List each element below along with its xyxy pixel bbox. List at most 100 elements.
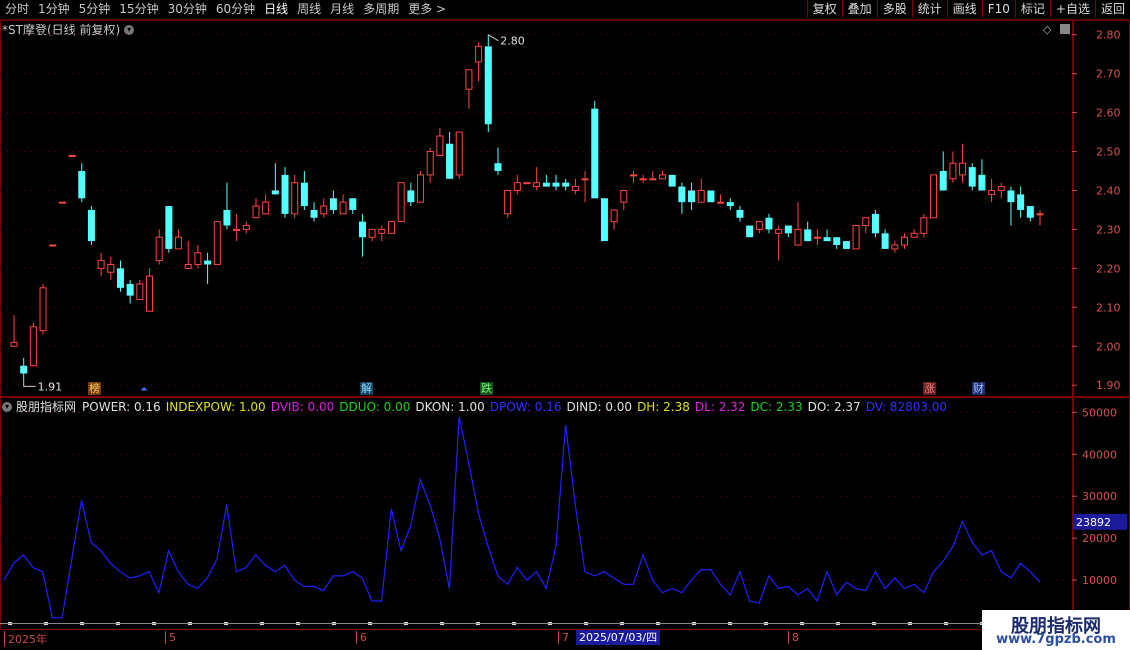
candle-body-85 — [833, 237, 841, 245]
candle-body-97 — [949, 162, 957, 180]
candle-body-5 — [58, 201, 66, 204]
volume-line — [3, 416, 1041, 619]
period-tab-1[interactable]: 1分钟 — [35, 2, 76, 17]
date-axis: 2025年 5 6 7 8 2025/07/03/四 — [0, 628, 1072, 648]
period-tab-4[interactable]: 30分钟 — [165, 2, 213, 17]
candle-body-47 — [465, 69, 473, 90]
date-label-3: 7 — [558, 631, 569, 644]
candle-body-44 — [436, 135, 444, 156]
period-tab-6[interactable]: 日线 — [261, 2, 294, 17]
price-tick-label-9: 1.90 — [1096, 379, 1121, 392]
toolbar-button-3[interactable]: 统计 — [911, 0, 947, 18]
candle-body-67 — [659, 174, 667, 180]
candle-body-39 — [387, 221, 395, 234]
period-tab-9[interactable]: 多周期 — [360, 2, 405, 17]
badge-unlock[interactable]: 解 — [360, 382, 373, 395]
candle-body-36 — [358, 221, 366, 238]
toolbar-buttons: 复权 叠加 多股 统计 画线 F10 标记 +自选 返回 — [806, 0, 1130, 18]
toolbar-button-0[interactable]: 复权 — [806, 0, 842, 18]
badge-fall[interactable]: 跌 — [480, 382, 493, 395]
candle-body-9 — [97, 260, 105, 269]
candle-body-51 — [504, 189, 512, 215]
candle-body-79 — [775, 228, 783, 234]
toolbar-button-7[interactable]: +自选 — [1049, 0, 1095, 18]
candle-body-72 — [707, 190, 715, 203]
candle-body-6 — [68, 154, 76, 157]
candle-body-98 — [959, 162, 967, 176]
candle-body-89 — [871, 213, 879, 234]
toolbar-button-6[interactable]: 标记 — [1014, 0, 1050, 18]
candle-body-24 — [242, 225, 250, 230]
candle-body-33 — [329, 198, 337, 210]
candle-body-34 — [339, 201, 347, 215]
candle-body-73 — [717, 201, 725, 204]
candle-body-103 — [1007, 190, 1015, 203]
candle-body-76 — [746, 225, 754, 238]
candle-body-18 — [184, 263, 192, 269]
candle-body-83 — [813, 236, 821, 239]
candle-body-82 — [804, 229, 812, 242]
candle-body-30 — [300, 182, 308, 207]
candle-body-71 — [697, 189, 705, 203]
toolbar-button-1[interactable]: 叠加 — [841, 0, 877, 18]
period-tab-7[interactable]: 周线 — [294, 2, 327, 17]
toolbar-button-5[interactable]: F10 — [981, 0, 1015, 18]
price-tick-label-7: 2.10 — [1096, 301, 1121, 314]
candle-body-54 — [533, 182, 541, 188]
candle-body-55 — [542, 182, 550, 187]
period-tab-2[interactable]: 5分钟 — [76, 2, 117, 17]
candle-body-94 — [920, 217, 928, 234]
price-tick-label-6: 2.20 — [1096, 262, 1121, 275]
price-tick-label-4: 2.40 — [1096, 184, 1121, 197]
candle-body-25 — [252, 205, 260, 219]
candle-body-80 — [784, 225, 792, 234]
period-tab-10[interactable]: 更多 > — [405, 2, 452, 17]
price-axis: 2.80 2.70 2.60 2.50 2.40 2.30 2.20 2.10 2.00 1.90 — [1072, 29, 1121, 392]
candle-body-4 — [49, 244, 57, 247]
candle-body-90 — [881, 233, 889, 249]
candle-body-40 — [397, 182, 405, 223]
candle-body-88 — [862, 217, 870, 227]
period-tab-8[interactable]: 月线 — [327, 2, 360, 17]
candle-body-13 — [136, 283, 144, 301]
candle-body-86 — [842, 241, 850, 249]
candle-body-0 — [10, 341, 18, 347]
candle-body-14 — [146, 275, 154, 312]
candle-body-48 — [475, 45, 483, 63]
candle-body-27 — [271, 190, 279, 195]
candle-body-58 — [571, 186, 579, 191]
price-tick-label-0: 2.80 — [1096, 29, 1121, 42]
candle-body-43 — [426, 151, 434, 176]
candle-body-61 — [600, 198, 608, 242]
low-price-label: 1.91 — [38, 380, 63, 393]
badge-finance[interactable]: 财 — [972, 382, 985, 395]
candle-body-75 — [736, 209, 744, 218]
candle-body-3 — [39, 287, 47, 332]
badge-rank[interactable]: 榜 — [88, 382, 101, 395]
candle-body-52 — [513, 182, 521, 191]
candle-body-53 — [523, 182, 531, 185]
candle-body-35 — [349, 198, 357, 210]
candle-body-60 — [591, 108, 599, 199]
period-tab-5[interactable]: 60分钟 — [213, 2, 261, 17]
candle-body-70 — [688, 190, 696, 203]
price-tick-label-8: 2.00 — [1096, 340, 1121, 353]
badge-rise[interactable]: 涨 — [923, 382, 936, 395]
toolbar-button-2[interactable]: 多股 — [876, 0, 912, 18]
toolbar-button-8[interactable]: 返回 — [1094, 0, 1130, 18]
period-tab-0[interactable]: 分时 — [2, 2, 35, 17]
candle-body-31 — [310, 209, 318, 218]
candle-body-102 — [997, 186, 1005, 191]
price-tick-label-3: 2.50 — [1096, 146, 1121, 159]
candle-body-81 — [794, 228, 802, 246]
candle-body-93 — [910, 232, 918, 238]
candle-body-57 — [562, 182, 570, 187]
period-tab-3[interactable]: 15分钟 — [116, 2, 164, 17]
candle-body-59 — [581, 178, 589, 181]
double-up-icon[interactable]: ⏶ — [140, 384, 148, 395]
candle-body-96 — [939, 171, 947, 191]
toolbar-button-4[interactable]: 画线 — [946, 0, 982, 18]
candle-body-105 — [1026, 206, 1034, 218]
date-label-4: 8 — [788, 631, 799, 644]
candle-body-101 — [988, 189, 996, 195]
